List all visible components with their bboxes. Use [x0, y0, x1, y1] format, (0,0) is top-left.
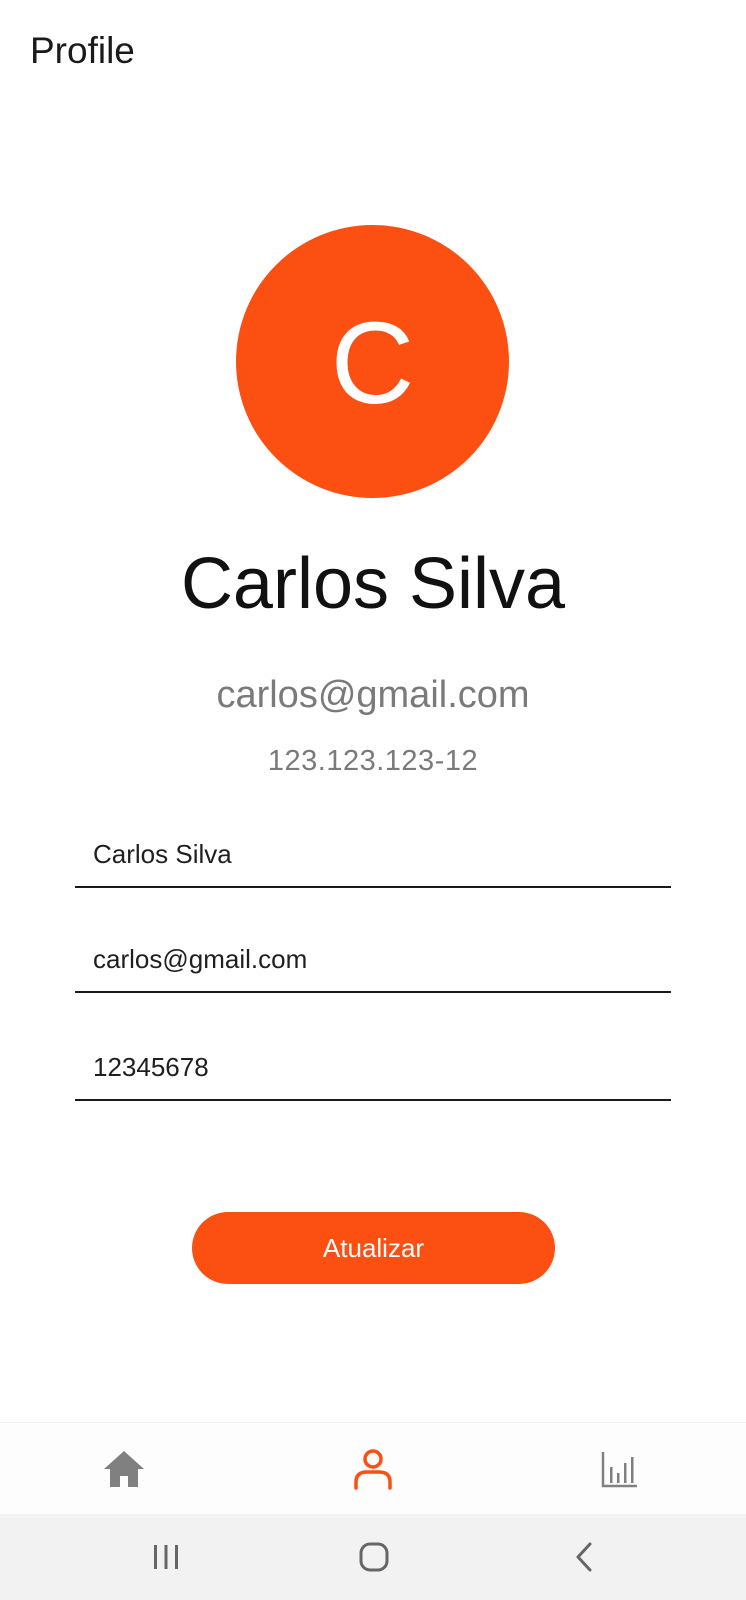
nav-home[interactable]	[44, 1423, 204, 1515]
home-circle-icon	[359, 1542, 389, 1572]
name-field	[75, 824, 671, 888]
recent-apps-icon	[154, 1545, 178, 1569]
back-icon	[576, 1542, 592, 1572]
password-field	[75, 1037, 671, 1101]
bottom-navigation	[0, 1422, 746, 1515]
system-back-button[interactable]	[524, 1514, 644, 1600]
profile-email: carlos@gmail.com	[216, 674, 530, 716]
profile-name: Carlos Silva	[180, 544, 566, 624]
system-home-button[interactable]	[314, 1514, 434, 1600]
profile-document: 123.123.123-12	[267, 745, 479, 777]
email-input[interactable]	[93, 944, 653, 975]
password-input[interactable]	[93, 1052, 653, 1083]
update-button[interactable]: Atualizar	[192, 1212, 555, 1284]
user-icon	[354, 1449, 392, 1490]
bar-chart-icon	[601, 1452, 637, 1488]
app-header: Profile	[0, 0, 746, 104]
profile-content: C Carlos Silva carlos@gmail.com 123.123.…	[0, 104, 746, 1422]
system-navigation-bar	[0, 1514, 746, 1600]
nav-stats[interactable]	[540, 1423, 700, 1515]
name-input[interactable]	[93, 839, 653, 870]
avatar-initial: C	[330, 297, 415, 428]
nav-profile[interactable]	[293, 1423, 453, 1515]
home-icon	[104, 1451, 144, 1487]
page-title: Profile	[30, 30, 135, 71]
avatar: C	[236, 225, 509, 498]
system-recent-button[interactable]	[106, 1514, 226, 1600]
email-field	[75, 929, 671, 993]
